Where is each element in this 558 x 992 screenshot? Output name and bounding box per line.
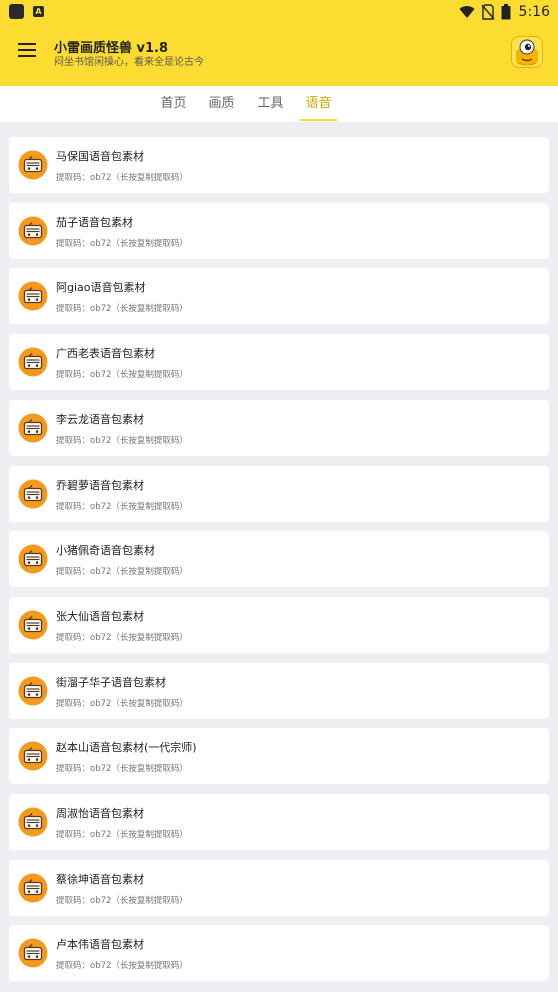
voice-pack-title: 卢本伟语音包素材 xyxy=(56,938,144,952)
battery-icon xyxy=(501,4,511,20)
voice-pack-title: 乔碧萝语音包素材 xyxy=(56,478,144,492)
radio-icon xyxy=(18,610,48,640)
radio-icon xyxy=(18,281,48,311)
menu-icon-bar xyxy=(18,49,36,51)
radio-icon xyxy=(18,676,48,706)
radio-icon xyxy=(18,544,48,574)
a-notification-icon: A xyxy=(33,6,44,17)
radio-icon xyxy=(18,347,48,377)
app-notification-icon xyxy=(9,4,24,19)
voice-pack-item[interactable]: 阿giao语音包素材提取码：ob72（长按复制提取码） xyxy=(9,268,549,325)
extraction-code[interactable]: 提取码：ob72（长按复制提取码） xyxy=(56,631,188,643)
voice-pack-item[interactable]: 街溜子华子语音包素材提取码：ob72（长按复制提取码） xyxy=(9,662,549,719)
voice-pack-title: 街溜子华子语音包素材 xyxy=(56,675,166,689)
voice-pack-title: 李云龙语音包素材 xyxy=(56,412,144,426)
radio-icon xyxy=(18,413,48,443)
status-icons: 5:16 xyxy=(459,2,550,22)
extraction-code[interactable]: 提取码：ob72（长按复制提取码） xyxy=(56,302,188,314)
app-header: A 5:16 小雷画质怪兽 v1.8 闷坐书馆闲操心，看来全是论古今 xyxy=(0,0,558,86)
radio-icon xyxy=(18,479,48,509)
voice-pack-item[interactable]: 张大仙语音包素材提取码：ob72（长按复制提取码） xyxy=(9,596,549,653)
voice-pack-title: 赵本山语音包素材(一代宗师) xyxy=(56,741,197,755)
menu-icon-bar xyxy=(18,55,36,57)
voice-pack-item[interactable]: 小猪佩奇语音包素材提取码：ob72（长按复制提取码） xyxy=(9,531,549,588)
radio-icon xyxy=(18,873,48,903)
voice-pack-item[interactable]: 赵本山语音包素材(一代宗师) 提取码：ob72（长按复制提取码） xyxy=(9,728,549,785)
extraction-code[interactable]: 提取码：ob72（长按复制提取码） xyxy=(56,368,188,380)
tab-tools[interactable]: 工具 xyxy=(252,86,289,122)
voice-pack-title: 周淑怡语音包素材 xyxy=(56,807,144,820)
wifi-icon xyxy=(459,6,475,19)
menu-button[interactable] xyxy=(16,38,40,62)
voice-pack-title: 张大仙语音包素材 xyxy=(56,609,144,623)
voice-pack-title: 茄子语音包素材 xyxy=(56,215,133,229)
voice-pack-item[interactable]: 蔡徐坤语音包素材提取码：ob72（长按复制提取码） xyxy=(9,859,549,916)
voice-pack-item[interactable]: 周淑怡语音包素材提取码：ob72（长按复制提取码） xyxy=(9,794,549,850)
radio-icon xyxy=(18,938,48,968)
radio-icon xyxy=(18,216,48,246)
extraction-code[interactable]: 提取码：ob72（长按复制提取码） xyxy=(56,894,188,906)
extraction-code[interactable]: 提取码：ob72（长按复制提取码） xyxy=(56,171,188,183)
tab-quality[interactable]: 画质 xyxy=(203,86,240,122)
tab-voice[interactable]: 语音 xyxy=(300,86,337,122)
voice-pack-title: 阿giao语音包素材 xyxy=(56,281,146,295)
extraction-code[interactable]: 提取码：ob72（长按复制提取码） xyxy=(56,697,188,709)
voice-pack-item[interactable]: 马保国语音包素材提取码：ob72（长按复制提取码） xyxy=(9,137,549,193)
status-time: 5:16 xyxy=(518,4,550,20)
radio-icon xyxy=(18,741,48,771)
extraction-code[interactable]: 提取码：ob72（长按复制提取码） xyxy=(56,434,188,446)
status-bar: A 5:16 xyxy=(0,0,558,24)
radio-icon xyxy=(18,150,48,180)
extraction-code[interactable]: 提取码：ob72（长按复制提取码） xyxy=(56,500,188,512)
voice-pack-item[interactable]: 广西老表语音包素材提取码：ob72（长按复制提取码） xyxy=(9,334,549,391)
voice-pack-item[interactable]: 李云龙语音包素材提取码：ob72（长按复制提取码） xyxy=(9,399,549,456)
voice-pack-title: 马保国语音包素材 xyxy=(56,150,144,163)
radio-icon xyxy=(18,807,48,837)
tab-home[interactable]: 首页 xyxy=(155,86,192,122)
voice-pack-item[interactable]: 茄子语音包素材提取码：ob72（长按复制提取码） xyxy=(9,202,549,259)
active-tab-indicator xyxy=(300,119,337,121)
extraction-code[interactable]: 提取码：ob72（长按复制提取码） xyxy=(56,565,188,577)
voice-pack-item[interactable]: 卢本伟语音包素材提取码：ob72（长按复制提取码） xyxy=(9,925,549,982)
menu-icon-bar xyxy=(18,43,36,45)
voice-pack-title: 蔡徐坤语音包素材 xyxy=(56,872,144,886)
extraction-code[interactable]: 提取码：ob72（长按复制提取码） xyxy=(56,959,188,971)
extraction-code[interactable]: 提取码：ob72（长按复制提取码） xyxy=(56,828,188,840)
voice-pack-item[interactable]: 乔碧萝语音包素材提取码：ob72（长按复制提取码） xyxy=(9,465,549,522)
tab-bar: 首页 画质 工具 语音 xyxy=(0,86,558,122)
monster-avatar-icon xyxy=(516,39,538,66)
app-subtitle: 闷坐书馆闲操心，看来全是论古今 xyxy=(54,57,204,68)
avatar[interactable] xyxy=(511,36,543,68)
voice-pack-title: 小猪佩奇语音包素材 xyxy=(56,544,155,558)
voice-pack-title: 广西老表语音包素材 xyxy=(56,347,155,361)
extraction-code[interactable]: 提取码：ob72（长按复制提取码） xyxy=(56,237,188,249)
extraction-code[interactable]: 提取码：ob72（长按复制提取码） xyxy=(56,762,188,774)
no-sim-icon xyxy=(481,4,495,20)
